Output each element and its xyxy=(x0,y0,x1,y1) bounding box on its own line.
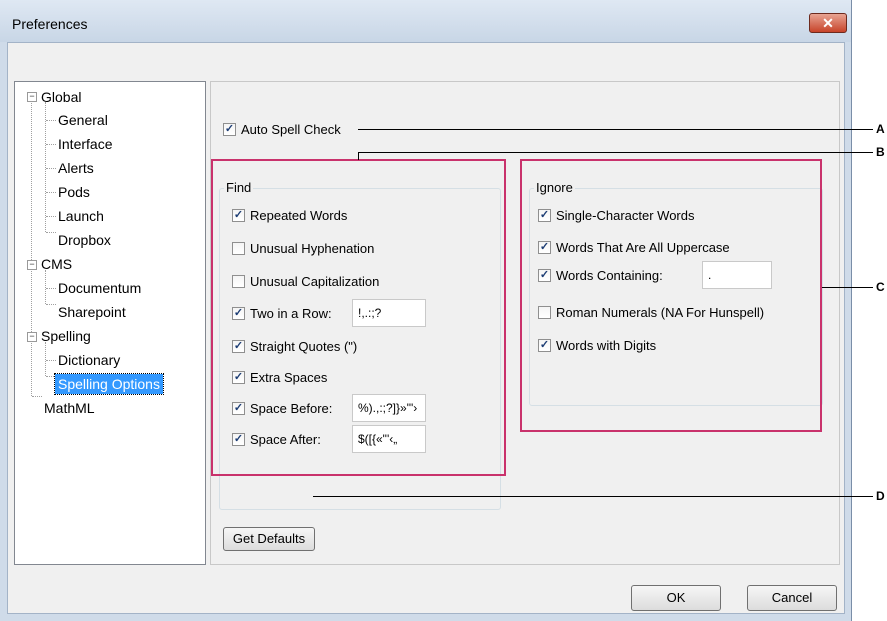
collapse-icon[interactable]: − xyxy=(27,92,37,102)
tree-item-interface[interactable]: Interface xyxy=(58,134,112,154)
auto-spell-check-label: Auto Spell Check xyxy=(241,122,341,137)
find-highlight-box xyxy=(211,159,506,476)
tree-connector xyxy=(46,360,56,361)
callout-line-b xyxy=(358,152,873,153)
tree-connector xyxy=(46,304,56,305)
tree-connector xyxy=(31,96,32,396)
tree-connector xyxy=(46,120,56,121)
get-defaults-button[interactable]: Get Defaults xyxy=(223,527,315,551)
callout-line-b xyxy=(358,152,359,160)
tree-item-general[interactable]: General xyxy=(58,110,108,130)
category-tree[interactable]: − Global General Interface Alerts Pods L… xyxy=(14,81,206,565)
tree-connector xyxy=(46,192,56,193)
title-bar[interactable]: Preferences ✕ xyxy=(0,0,851,42)
callout-label-b: B xyxy=(876,145,885,159)
tree-item-launch[interactable]: Launch xyxy=(58,206,104,226)
callout-line-a xyxy=(358,129,873,130)
tree-connector xyxy=(46,216,56,217)
tree-item-pods[interactable]: Pods xyxy=(58,182,90,202)
tree-connector xyxy=(46,232,56,233)
tree-item-documentum[interactable]: Documentum xyxy=(58,278,141,298)
cancel-button[interactable]: Cancel xyxy=(747,585,837,611)
tree-connector xyxy=(45,102,46,232)
window-title: Preferences xyxy=(12,16,88,32)
tree-item-global[interactable]: Global xyxy=(41,87,81,107)
auto-spell-check-checkbox[interactable]: ✓ xyxy=(223,123,236,136)
tree-item-alerts[interactable]: Alerts xyxy=(58,158,94,178)
tree-connector xyxy=(46,168,56,169)
tree-item-cms[interactable]: CMS xyxy=(41,254,72,274)
callout-label-c: C xyxy=(876,280,885,294)
callout-line-d xyxy=(313,496,873,497)
tree-connector xyxy=(45,270,46,304)
collapse-icon[interactable]: − xyxy=(27,260,37,270)
close-button[interactable]: ✕ xyxy=(809,13,847,33)
tree-item-dropbox[interactable]: Dropbox xyxy=(58,230,111,250)
collapse-icon[interactable]: − xyxy=(27,332,37,342)
tree-item-spelling[interactable]: Spelling xyxy=(41,326,91,346)
callout-label-a: A xyxy=(876,122,885,136)
callout-line-c xyxy=(822,287,873,288)
tree-item-sharepoint[interactable]: Sharepoint xyxy=(58,302,126,322)
tree-connector xyxy=(32,396,42,397)
ignore-highlight-box xyxy=(520,159,822,432)
tree-item-spelling-options[interactable]: Spelling Options xyxy=(54,373,164,395)
ok-button[interactable]: OK xyxy=(631,585,721,611)
tree-item-dictionary[interactable]: Dictionary xyxy=(58,350,120,370)
tree-connector xyxy=(46,288,56,289)
tree-connector xyxy=(45,342,46,376)
callout-label-d: D xyxy=(876,489,885,503)
close-icon: ✕ xyxy=(822,15,834,31)
tree-connector xyxy=(46,144,56,145)
tree-item-mathml[interactable]: MathML xyxy=(44,398,95,418)
